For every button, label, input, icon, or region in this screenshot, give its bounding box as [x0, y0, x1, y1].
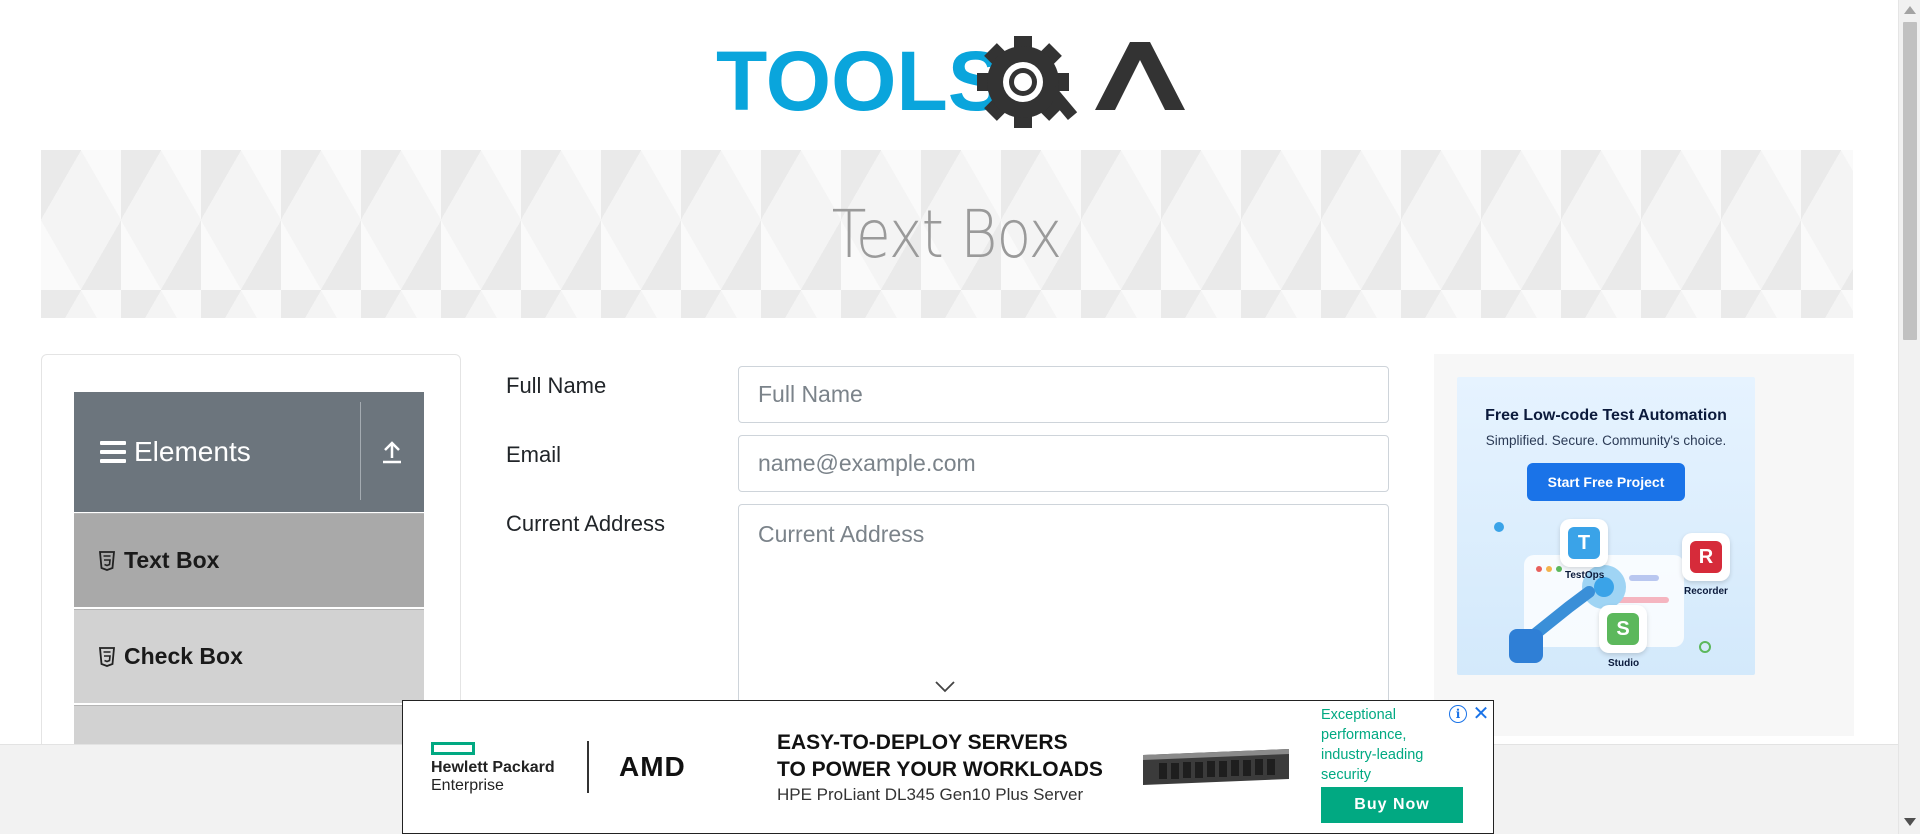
bottom-ad-headline-line2: TO POWER YOUR WORKLOADS [777, 758, 1103, 781]
side-ad-headline: Free Low-code Test Automation [1485, 407, 1727, 424]
sidebar-group-elements[interactable]: Elements [74, 392, 424, 512]
sidebar-item-label: Text Box [124, 547, 220, 573]
buy-now-button[interactable]: Buy Now [1321, 787, 1463, 823]
recorder-caption: Recorder [1684, 586, 1728, 597]
close-icon[interactable]: ✕ [1471, 703, 1491, 725]
studio-app-icon: S [1599, 605, 1647, 653]
page-banner: Text Box [41, 150, 1853, 318]
html5-icon [98, 646, 116, 668]
bottom-ad-product: HPE ProLiant DL345 Gen10 Plus Server [777, 785, 1084, 804]
chevron-down-icon[interactable] [934, 680, 956, 694]
sidebar-group-title: Elements [134, 436, 251, 467]
page-title: Text Box [832, 195, 1063, 273]
hamburger-icon [100, 441, 126, 463]
current-address-label: Current Address [506, 511, 665, 536]
current-address-textarea[interactable] [738, 504, 1389, 704]
server-image [1143, 749, 1289, 785]
testops-app-icon: T [1560, 519, 1608, 567]
scroll-up-icon[interactable] [1904, 6, 1916, 14]
gear-magnifier-icon [977, 36, 1078, 128]
recorder-app-icon: R [1682, 533, 1730, 581]
bottom-ad[interactable]: Hewlett Packard Enterprise AMD EASY-TO-D… [402, 700, 1494, 834]
page-scrollbar[interactable] [1898, 0, 1920, 834]
hpe-brand-line2: Enterprise [431, 777, 504, 794]
bottom-ad-headline: EASY-TO-DEPLOY SERVERS TO POWER YOUR WOR… [777, 729, 1103, 783]
upload-arrow-icon[interactable] [360, 392, 424, 512]
sidebar-item-text-box[interactable]: Text Box [74, 513, 424, 607]
hpe-logo-icon [431, 742, 475, 755]
brand-divider [587, 741, 589, 793]
bottom-ad-headline-line1: EASY-TO-DEPLOY SERVERS [777, 731, 1068, 754]
hpe-brand: Hewlett Packard Enterprise [431, 759, 555, 795]
toolsqa-logo[interactable]: TOOLS [710, 14, 1210, 134]
sidebar-item-check-box[interactable]: Check Box [74, 609, 424, 703]
bottom-ad-tagline: Exceptional performance, industry-leadin… [1321, 707, 1424, 783]
sidebar-item-label: Check Box [124, 643, 243, 669]
site-header: TOOLS [0, 0, 1920, 148]
side-ad-subline: Simplified. Secure. Community's choice. [1485, 433, 1727, 448]
scroll-down-icon[interactable] [1904, 818, 1916, 826]
scrollbar-thumb[interactable] [1903, 22, 1917, 340]
start-free-project-button[interactable]: Start Free Project [1527, 463, 1685, 501]
full-name-label: Full Name [506, 373, 607, 398]
full-name-input[interactable] [738, 366, 1389, 423]
info-icon[interactable]: i [1449, 705, 1467, 723]
amd-logo: AMD [619, 751, 686, 782]
logo-text: TOOLS [716, 34, 1004, 128]
logo-letter-a [1095, 42, 1185, 110]
studio-caption: Studio [1608, 658, 1640, 669]
html5-icon [98, 550, 116, 572]
side-ad[interactable]: Free Low-code Test Automation Simplified… [1457, 377, 1755, 675]
email-input[interactable] [738, 435, 1389, 492]
hpe-brand-line1: Hewlett Packard [431, 759, 555, 776]
email-label: Email [506, 442, 562, 467]
testops-caption: TestOps [1565, 570, 1605, 581]
